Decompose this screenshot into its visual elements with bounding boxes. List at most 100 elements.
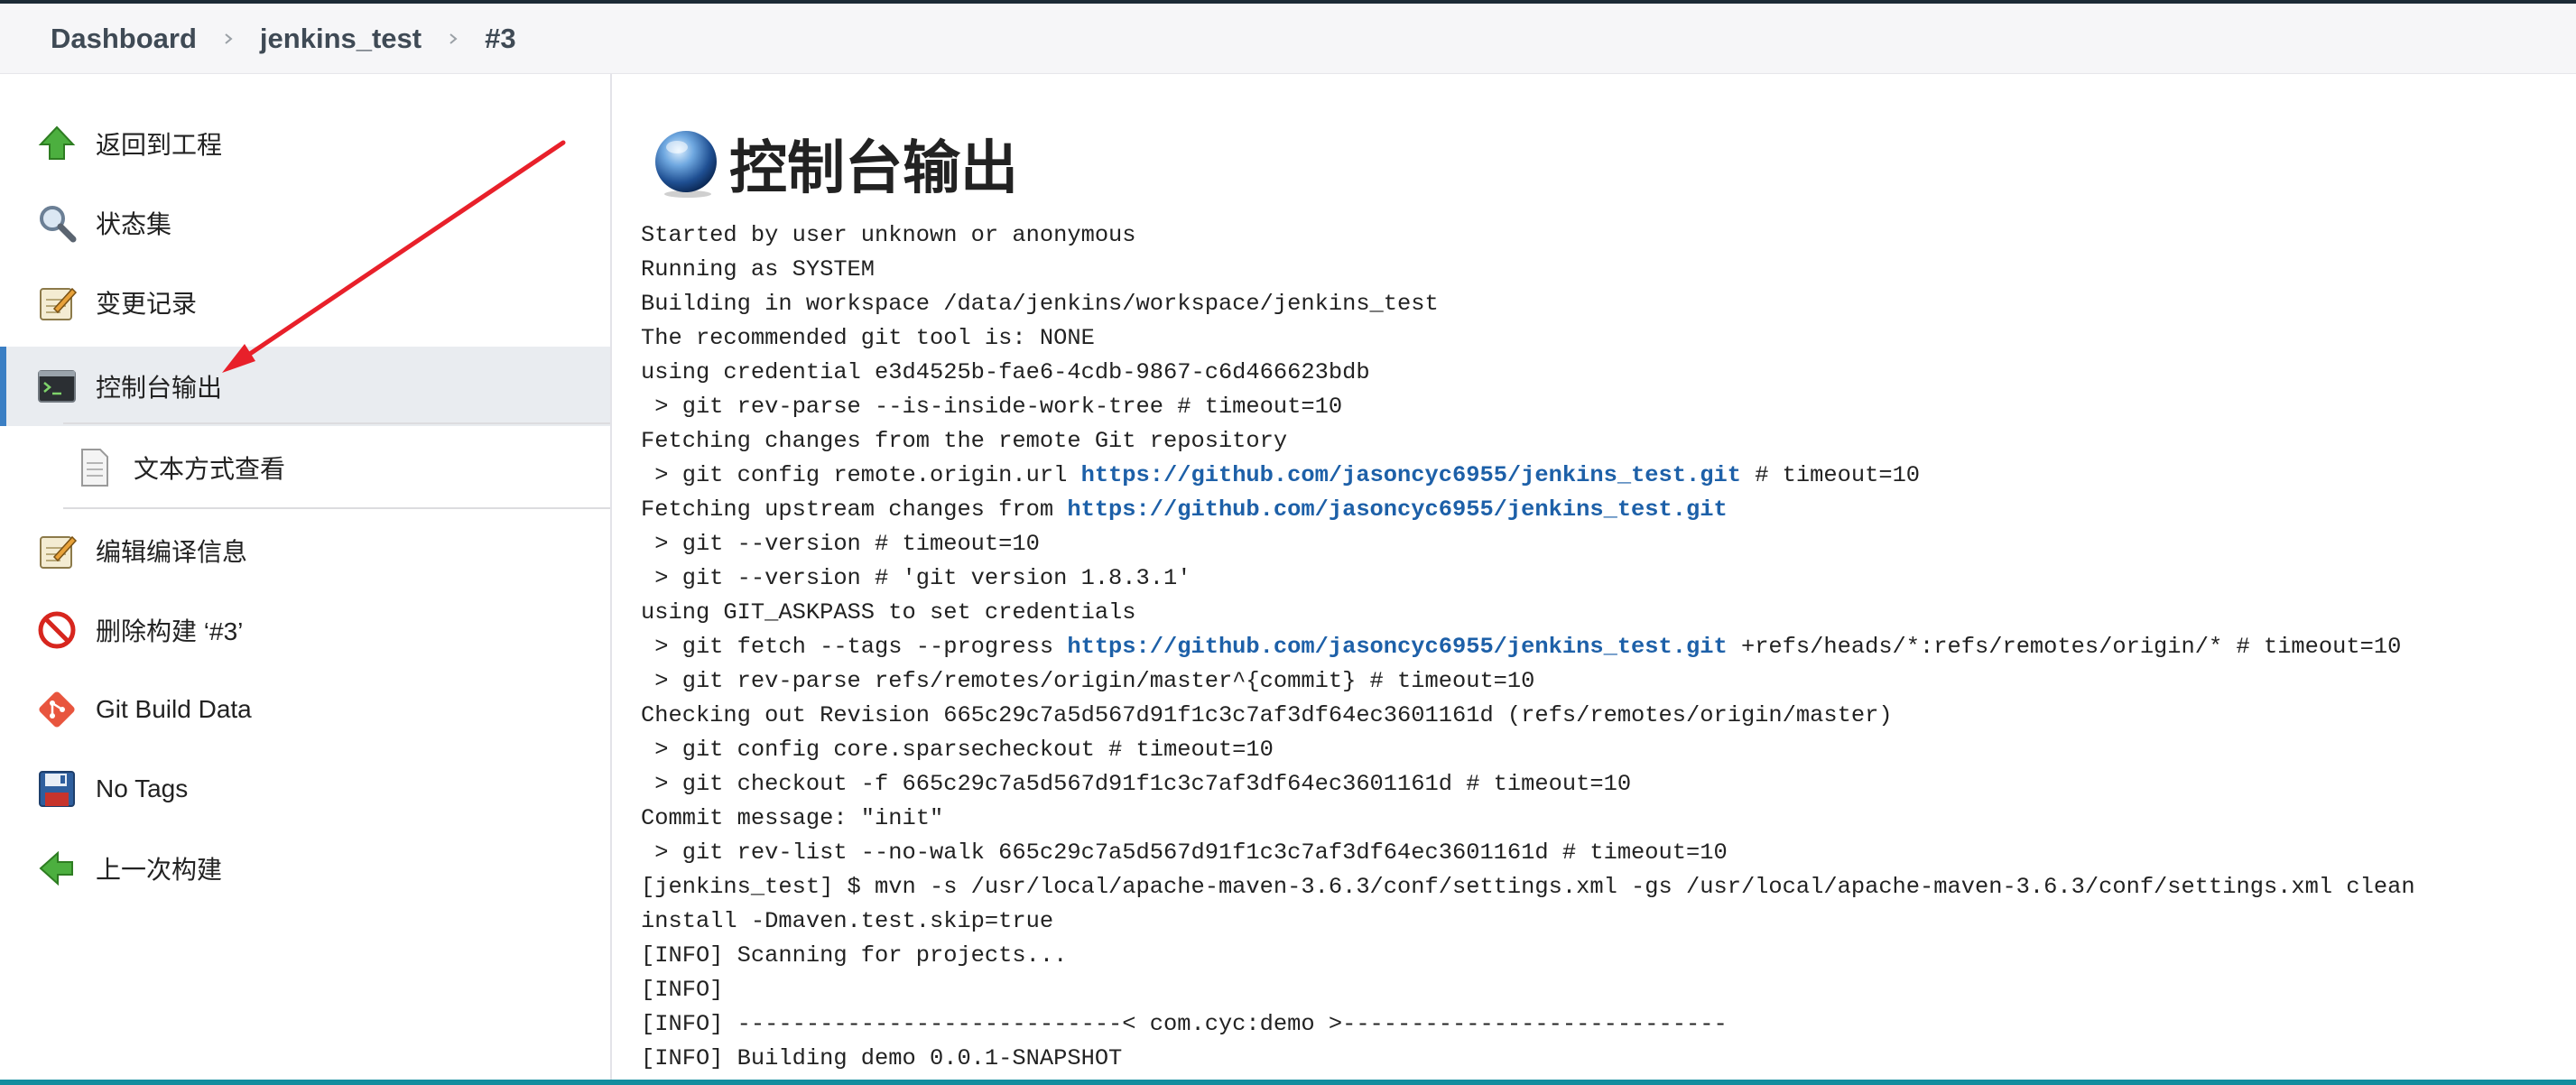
console-line: [jenkins_test] $ mvn -s /usr/local/apach…	[641, 870, 2572, 904]
breadcrumb: Dashboard jenkins_test #3	[0, 4, 2576, 74]
console-line: > git config remote.origin.url https://g…	[641, 459, 2572, 493]
console-text: [jenkins_test] $ mvn -s /usr/local/apach…	[641, 874, 2415, 900]
console-line: [INFO] ----------------------------< com…	[641, 1007, 2572, 1042]
floppy-icon	[36, 768, 78, 810]
console-text: Commit message: "init"	[641, 805, 944, 831]
console-text: Checking out Revision 665c29c7a5d567d91f…	[641, 702, 1893, 728]
sidebar-item-label: 控制台输出	[96, 374, 223, 402]
sidebar-item-edit-build-info[interactable]: 编辑编译信息	[0, 511, 610, 590]
page-title: 控制台输出	[650, 123, 1018, 204]
console-text: [INFO] ----------------------------< com…	[641, 1011, 1728, 1037]
no-entry-icon	[36, 609, 78, 651]
console-line: The recommended git tool is: NONE	[641, 321, 2572, 356]
bottom-border	[0, 1080, 2576, 1085]
sidebar-item-label: Git Build Data	[96, 695, 252, 723]
sidebar-item-label: 变更记录	[96, 290, 198, 318]
page-title-text: 控制台输出	[729, 135, 1018, 200]
sidebar: 返回到工程 状态集 变更记录 控制台输出 文本方式查看 编辑编译信息 删除构建 …	[0, 74, 612, 1080]
console-text: > git --version # 'git version 1.8.3.1'	[641, 565, 1191, 591]
sidebar-item-back-to-project[interactable]: 返回到工程	[0, 104, 610, 183]
sidebar-item-no-tags[interactable]: No Tags	[0, 749, 610, 829]
sidebar-item-view-as-plain-text[interactable]: 文本方式查看	[0, 428, 610, 507]
sidebar-item-label: 状态集	[96, 210, 172, 238]
git-icon	[36, 689, 78, 730]
sidebar-item-previous-build[interactable]: 上一次构建	[0, 829, 610, 908]
divider	[63, 422, 610, 424]
sidebar-item-label: 文本方式查看	[134, 455, 286, 483]
console-text: +refs/heads/*:refs/remotes/origin/* # ti…	[1727, 634, 2402, 660]
console-line: Running as SYSTEM	[641, 253, 2572, 287]
console-text: > git --version # timeout=10	[641, 531, 1040, 557]
main-content: 控制台输出 Started by user unknown or anonymo…	[614, 74, 2576, 1080]
console-line: using credential e3d4525b-fae6-4cdb-9867…	[641, 356, 2572, 390]
console-text: > git config core.sparsecheckout # timeo…	[641, 737, 1274, 763]
breadcrumb-dashboard[interactable]: Dashboard	[51, 23, 197, 55]
sidebar-item-label: 删除构建 ‘#3’	[96, 617, 244, 645]
console-text: using credential e3d4525b-fae6-4cdb-9867…	[641, 359, 1370, 385]
sidebar-item-label: 上一次构建	[96, 856, 223, 884]
breadcrumb-build[interactable]: #3	[485, 23, 515, 55]
console-text: > git checkout -f 665c29c7a5d567d91f1c3c…	[641, 771, 1632, 797]
console-output: Started by user unknown or anonymous Runn…	[641, 218, 2572, 1076]
sidebar-item-console-output[interactable]: 控制台输出	[0, 347, 610, 426]
terminal-icon	[36, 366, 78, 407]
console-text: > git rev-parse refs/remotes/origin/mast…	[641, 668, 1535, 694]
console-line: [INFO]	[641, 973, 2572, 1007]
console-text: [INFO] Building demo 0.0.1-SNAPSHOT	[641, 1045, 1123, 1071]
console-line: using GIT_ASKPASS to set credentials	[641, 596, 2572, 630]
repo-link[interactable]: https://github.com/jasoncyc6955/jenkins_…	[1067, 496, 1727, 523]
sidebar-item-label: 编辑编译信息	[96, 538, 248, 566]
console-line: > git fetch --tags --progress https://gi…	[641, 630, 2572, 664]
sidebar-item-label: 返回到工程	[96, 131, 223, 159]
repo-link[interactable]: https://github.com/jasoncyc6955/jenkins_…	[1067, 634, 1727, 660]
console-line: > git --version # timeout=10	[641, 527, 2572, 561]
console-text: [INFO]	[641, 977, 724, 1003]
console-line: Started by user unknown or anonymous	[641, 218, 2572, 253]
console-text: # timeout=10	[1740, 462, 1921, 488]
console-text: Running as SYSTEM	[641, 256, 876, 283]
console-line: install -Dmaven.test.skip=true	[641, 904, 2572, 939]
console-text: Building in workspace /data/jenkins/work…	[641, 291, 1439, 317]
globe-icon	[655, 131, 717, 198]
console-line: > git rev-parse refs/remotes/origin/mast…	[641, 664, 2572, 699]
sidebar-item-changes[interactable]: 变更记录	[0, 263, 610, 342]
console-text: [INFO] Scanning for projects...	[641, 942, 1068, 969]
console-text: > git config remote.origin.url	[641, 462, 1081, 488]
console-text: > git rev-parse --is-inside-work-tree # …	[641, 394, 1343, 420]
chevron-right-icon	[422, 31, 485, 47]
console-line: [INFO] Building demo 0.0.1-SNAPSHOT	[641, 1042, 2572, 1076]
sidebar-item-git-build-data[interactable]: Git Build Data	[0, 670, 610, 749]
up-arrow-icon	[36, 123, 78, 164]
console-line: Checking out Revision 665c29c7a5d567d91f…	[641, 699, 2572, 733]
magnifier-icon	[36, 202, 78, 244]
console-text: > git fetch --tags --progress	[641, 634, 1068, 660]
document-icon	[74, 447, 116, 488]
notepad-icon	[36, 282, 78, 323]
sidebar-item-label: No Tags	[96, 774, 189, 802]
console-text: Started by user unknown or anonymous	[641, 222, 1136, 248]
notepad-icon	[36, 530, 78, 571]
chevron-right-icon	[197, 31, 260, 47]
console-line: Commit message: "init"	[641, 802, 2572, 836]
breadcrumb-job[interactable]: jenkins_test	[260, 23, 422, 55]
console-text: install -Dmaven.test.skip=true	[641, 908, 1054, 934]
console-text: > git rev-list --no-walk 665c29c7a5d567d…	[641, 839, 1728, 866]
console-line: > git --version # 'git version 1.8.3.1'	[641, 561, 2572, 596]
console-line: > git rev-parse --is-inside-work-tree # …	[641, 390, 2572, 424]
left-arrow-icon	[36, 848, 78, 889]
sidebar-item-status[interactable]: 状态集	[0, 183, 610, 263]
console-line: > git config core.sparsecheckout # timeo…	[641, 733, 2572, 767]
repo-link[interactable]: https://github.com/jasoncyc6955/jenkins_…	[1081, 462, 1741, 488]
console-line: [INFO] Scanning for projects...	[641, 939, 2572, 973]
divider	[63, 507, 610, 509]
console-line: > git rev-list --no-walk 665c29c7a5d567d…	[641, 836, 2572, 870]
console-line: Fetching upstream changes from https://g…	[641, 493, 2572, 527]
console-text: Fetching upstream changes from	[641, 496, 1068, 523]
console-text: The recommended git tool is: NONE	[641, 325, 1095, 351]
console-text: using GIT_ASKPASS to set credentials	[641, 599, 1136, 626]
console-text: Fetching changes from the remote Git rep…	[641, 428, 1288, 454]
console-line: Fetching changes from the remote Git rep…	[641, 424, 2572, 459]
sidebar-item-delete-build[interactable]: 删除构建 ‘#3’	[0, 590, 610, 670]
console-line: Building in workspace /data/jenkins/work…	[641, 287, 2572, 321]
console-line: > git checkout -f 665c29c7a5d567d91f1c3c…	[641, 767, 2572, 802]
